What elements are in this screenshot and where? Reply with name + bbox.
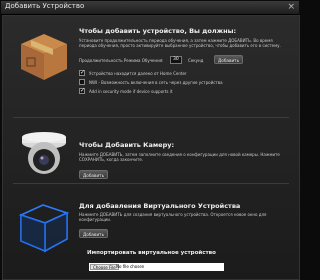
no-file-chosen-label: No file chosen (116, 264, 145, 269)
add-device-section: Чтобы добавить устройство, Вы должны: Ус… (3, 16, 299, 116)
add-device-heading: Чтобы добавить устройство, Вы должны: (79, 27, 237, 35)
add-device-instructions: Установите продолжительность периода обу… (79, 38, 281, 49)
add-camera-button[interactable]: Добавить (79, 170, 108, 179)
package-box-icon (21, 34, 67, 80)
security-mode-label: Add in security mode if device supports … (89, 89, 173, 94)
seconds-label: Секунд (188, 58, 204, 63)
add-camera-instructions: Нажмите ДОБАВИТЬ, затем заполните сведен… (79, 152, 280, 163)
add-camera-heading: Чтобы Добавить Камеру: (79, 141, 175, 149)
close-icon[interactable]: × (287, 1, 295, 13)
nwi-label: NWI - Возможность включения в сеть через… (89, 80, 223, 85)
learning-duration-label: Продолжительность Режима Обучения: (79, 58, 164, 63)
add-virtual-device-button[interactable]: Добавить (79, 229, 108, 238)
add-virtual-device-section: Для добавления Виртуального Устройства Н… (3, 183, 299, 279)
security-camera-icon (22, 132, 66, 174)
far-from-controller-checkbox[interactable]: ✓ (79, 69, 86, 76)
window-title: Добавить Устройство (5, 2, 85, 10)
learning-duration-input[interactable]: 30 (170, 56, 182, 64)
add-camera-section: Чтобы Добавить Камеру: Нажмите ДОБАВИТЬ,… (3, 117, 299, 183)
checkmark-icon: ✓ (80, 69, 86, 76)
dialog-panel: Чтобы добавить устройство, Вы должны: Ус… (2, 15, 300, 280)
far-from-controller-label: Устройство находится далеко от Home Cent… (89, 71, 187, 76)
window-titlebar: Добавить Устройство × (1, 1, 299, 15)
checkmark-icon: ✓ (80, 87, 86, 94)
add-virtual-device-heading: Для добавления Виртуального Устройства (79, 202, 241, 210)
file-input[interactable]: Choose File No file chosen (89, 263, 224, 271)
nwi-checkbox[interactable] (79, 79, 85, 85)
virtual-device-cube-icon (18, 204, 70, 253)
choose-file-button[interactable]: Choose File (90, 264, 119, 270)
security-mode-checkbox[interactable]: ✓ (79, 87, 86, 94)
import-virtual-device-heading: Импортировать виртуальное устройство (87, 250, 216, 256)
add-virtual-device-instructions: Нажмите ДОБАВИТЬ для создания виртуально… (79, 212, 267, 223)
add-device-button[interactable]: Добавить (214, 55, 243, 64)
